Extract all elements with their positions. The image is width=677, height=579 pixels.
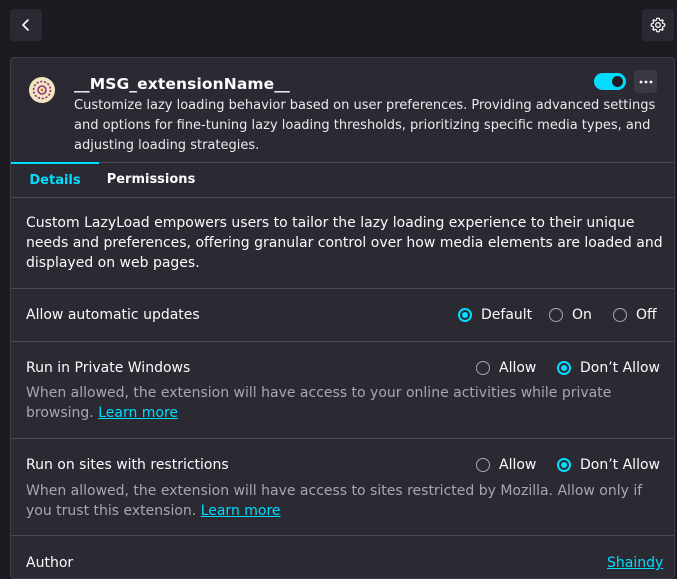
more-options-button[interactable]: [634, 70, 657, 93]
radio-dot: [613, 308, 627, 322]
private-learn-more-link[interactable]: Learn more: [98, 405, 178, 421]
updates-label: Allow automatic updates: [26, 307, 200, 323]
more-options-icon: [639, 80, 652, 83]
radio-dot: [458, 308, 472, 322]
restricted-allow-radio[interactable]: Allow: [476, 457, 536, 473]
divider: [11, 341, 674, 342]
divider: [11, 288, 674, 289]
enable-toggle[interactable]: [594, 73, 626, 90]
private-windows-description: When allowed, the extension will have ac…: [26, 383, 656, 423]
extension-card: __MSG_extensionName__ Customize lazy loa…: [10, 57, 675, 579]
tab-bar: Details Permissions: [11, 162, 674, 198]
chevron-left-icon: [22, 19, 29, 31]
private-windows-label: Run in Private Windows: [26, 360, 191, 376]
divider: [11, 438, 674, 439]
updates-off-radio[interactable]: Off: [613, 307, 657, 323]
restricted-dont-allow-radio[interactable]: Don’t Allow: [557, 457, 660, 473]
radio-dot: [549, 308, 563, 322]
updates-default-radio[interactable]: Default: [458, 307, 532, 323]
radio-label: Allow: [499, 457, 537, 473]
radio-dot: [557, 458, 571, 472]
radio-dot: [476, 458, 490, 472]
extension-name: __MSG_extensionName__: [74, 75, 290, 93]
author-label: Author: [26, 555, 74, 571]
divider: [11, 535, 674, 536]
extension-overview: Custom LazyLoad empowers users to tailor…: [26, 215, 663, 271]
restricted-sites-description: When allowed, the extension will have ac…: [26, 481, 656, 521]
radio-label: Off: [636, 307, 657, 323]
radio-label: Default: [481, 307, 533, 323]
private-allow-radio[interactable]: Allow: [476, 360, 536, 376]
top-bar: [0, 0, 677, 56]
radio-label: On: [572, 307, 592, 323]
tab-details[interactable]: Details: [11, 162, 99, 198]
tab-permissions[interactable]: Permissions: [103, 163, 199, 197]
radio-dot: [557, 361, 571, 375]
radio-dot: [476, 361, 490, 375]
toggle-knob: [612, 76, 623, 87]
extension-description: Customize lazy loading behavior based on…: [74, 98, 656, 153]
restricted-sites-help-text: When allowed, the extension will have ac…: [26, 483, 643, 519]
restricted-sites-label: Run on sites with restrictions: [26, 457, 229, 473]
back-button[interactable]: [10, 9, 42, 41]
radio-label: Don’t Allow: [580, 457, 660, 473]
radio-label: Don’t Allow: [580, 360, 660, 376]
author-link[interactable]: Shaindy: [607, 555, 663, 571]
updates-on-radio[interactable]: On: [549, 307, 592, 323]
restricted-learn-more-link[interactable]: Learn more: [201, 503, 281, 519]
extension-logo-icon: [29, 77, 55, 103]
settings-button[interactable]: [642, 9, 674, 41]
private-dont-allow-radio[interactable]: Don’t Allow: [557, 360, 660, 376]
gear-icon: [650, 17, 666, 33]
radio-label: Allow: [499, 360, 537, 376]
